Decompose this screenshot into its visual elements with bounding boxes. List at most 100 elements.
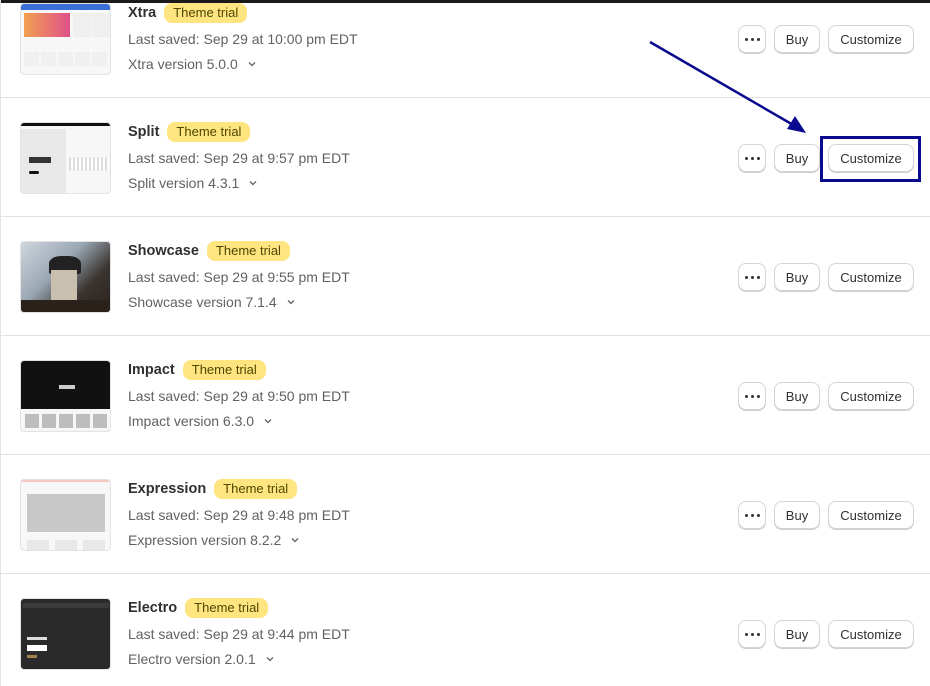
theme-name: Showcase xyxy=(128,243,199,259)
ellipsis-icon xyxy=(744,275,760,279)
thumb-hero xyxy=(24,13,70,37)
customize-button[interactable]: Customize xyxy=(828,382,914,410)
ellipsis-icon xyxy=(744,156,760,160)
theme-row-xtra: Xtra Theme trial Last saved: Sep 29 at 1… xyxy=(0,0,930,98)
thumb-slide-title xyxy=(59,385,75,389)
thumb-button xyxy=(29,171,39,174)
thumb-box xyxy=(83,540,105,550)
buy-button[interactable]: Buy xyxy=(774,382,820,410)
thumb-header xyxy=(21,4,110,10)
theme-name: Xtra xyxy=(128,5,157,21)
thumb-countdown xyxy=(27,645,47,651)
chevron-down-icon xyxy=(248,62,256,67)
thumb-box xyxy=(55,540,77,550)
last-saved: Last saved: Sep 29 at 9:55 pm EDT xyxy=(128,269,350,285)
thumb-card xyxy=(73,13,91,37)
theme-list: Xtra Theme trial Last saved: Sep 29 at 1… xyxy=(0,0,930,686)
thumb-nav xyxy=(23,603,109,608)
thumb-tile xyxy=(25,414,39,428)
buy-button[interactable]: Buy xyxy=(774,263,820,291)
last-saved: Last saved: Sep 29 at 9:44 pm EDT xyxy=(128,626,350,642)
theme-name: Impact xyxy=(128,362,175,378)
theme-thumbnail-expression[interactable] xyxy=(20,479,111,551)
theme-info: Expression Theme trial Last saved: Sep 2… xyxy=(128,478,350,548)
chevron-down-icon xyxy=(291,538,299,543)
version-label: Electro version 2.0.1 xyxy=(128,651,256,667)
version-dropdown[interactable]: Electro version 2.0.1 xyxy=(128,651,350,667)
thumb-tile xyxy=(42,414,56,428)
customize-button[interactable]: Customize xyxy=(828,25,914,53)
thumb-bag xyxy=(51,270,77,300)
more-actions-button[interactable] xyxy=(738,144,766,172)
more-actions-button[interactable] xyxy=(738,263,766,291)
thumb-button xyxy=(27,655,37,658)
theme-info: Split Theme trial Last saved: Sep 29 at … xyxy=(128,121,350,191)
version-dropdown[interactable]: Impact version 6.3.0 xyxy=(128,413,350,429)
theme-name: Expression xyxy=(128,481,207,497)
chevron-down-icon xyxy=(287,300,295,305)
version-dropdown[interactable]: Xtra version 5.0.0 xyxy=(128,56,358,72)
theme-row-split: Split Theme trial Last saved: Sep 29 at … xyxy=(0,98,930,217)
version-dropdown[interactable]: Showcase version 7.1.4 xyxy=(128,294,350,310)
chevron-down-icon xyxy=(249,181,257,186)
last-saved: Last saved: Sep 29 at 9:57 pm EDT xyxy=(128,150,350,166)
buy-button[interactable]: Buy xyxy=(774,144,820,172)
theme-info: Xtra Theme trial Last saved: Sep 29 at 1… xyxy=(128,2,358,72)
version-dropdown[interactable]: Expression version 8.2.2 xyxy=(128,532,350,548)
buy-button[interactable]: Buy xyxy=(774,620,820,648)
thumb-pattern xyxy=(69,157,109,171)
more-actions-button[interactable] xyxy=(738,501,766,529)
thumb-tile xyxy=(59,414,73,428)
customize-button[interactable]: Customize xyxy=(828,144,914,172)
theme-actions: Buy Customize xyxy=(738,263,914,291)
theme-thumbnail-impact[interactable] xyxy=(20,360,111,432)
last-saved: Last saved: Sep 29 at 9:50 pm EDT xyxy=(128,388,350,404)
theme-row-impact: Impact Theme trial Last saved: Sep 29 at… xyxy=(0,336,930,455)
theme-trial-badge: Theme trial xyxy=(182,360,266,380)
theme-row-expression: Expression Theme trial Last saved: Sep 2… xyxy=(0,455,930,574)
version-label: Split version 4.3.1 xyxy=(128,175,240,191)
more-actions-button[interactable] xyxy=(738,620,766,648)
last-saved: Last saved: Sep 29 at 10:00 pm EDT xyxy=(128,31,358,47)
customize-button[interactable]: Customize xyxy=(828,501,914,529)
thumb-card xyxy=(92,13,110,37)
theme-actions: Buy Customize xyxy=(738,620,914,648)
theme-row-showcase: Showcase Theme trial Last saved: Sep 29 … xyxy=(0,217,930,336)
customize-button[interactable]: Customize xyxy=(828,620,914,648)
theme-actions: Buy Customize xyxy=(738,144,914,172)
theme-trial-badge: Theme trial xyxy=(206,241,290,261)
theme-thumbnail-electro[interactable] xyxy=(20,598,111,670)
thumb-tile xyxy=(93,414,107,428)
theme-name: Split xyxy=(128,124,160,140)
thumb-heading xyxy=(29,157,51,163)
chevron-down-icon xyxy=(264,419,272,424)
theme-thumbnail-showcase[interactable] xyxy=(20,241,111,313)
customize-button[interactable]: Customize xyxy=(828,263,914,291)
theme-info: Electro Theme trial Last saved: Sep 29 a… xyxy=(128,597,350,667)
version-dropdown[interactable]: Split version 4.3.1 xyxy=(128,175,350,191)
thumb-grid xyxy=(41,52,56,66)
ellipsis-icon xyxy=(744,513,760,517)
theme-thumbnail-split[interactable] xyxy=(20,122,111,194)
thumb-table xyxy=(21,300,110,312)
thumb-banner xyxy=(27,494,105,532)
version-label: Xtra version 5.0.0 xyxy=(128,56,238,72)
chevron-down-icon xyxy=(266,657,274,662)
buy-button[interactable]: Buy xyxy=(774,25,820,53)
buy-button[interactable]: Buy xyxy=(774,501,820,529)
version-label: Impact version 6.3.0 xyxy=(128,413,255,429)
thumb-grid xyxy=(24,52,39,66)
more-actions-button[interactable] xyxy=(738,25,766,53)
more-actions-button[interactable] xyxy=(738,382,766,410)
thumb-heading xyxy=(27,637,47,640)
theme-trial-badge: Theme trial xyxy=(214,479,298,499)
theme-name: Electro xyxy=(128,600,178,616)
ellipsis-icon xyxy=(744,632,760,636)
version-label: Showcase version 7.1.4 xyxy=(128,294,277,310)
theme-actions: Buy Customize xyxy=(738,25,914,53)
theme-thumbnail-xtra[interactable] xyxy=(20,3,111,75)
thumb-grid xyxy=(58,52,73,66)
theme-trial-badge: Theme trial xyxy=(164,3,248,23)
theme-info: Impact Theme trial Last saved: Sep 29 at… xyxy=(128,359,350,429)
theme-trial-badge: Theme trial xyxy=(167,122,251,142)
